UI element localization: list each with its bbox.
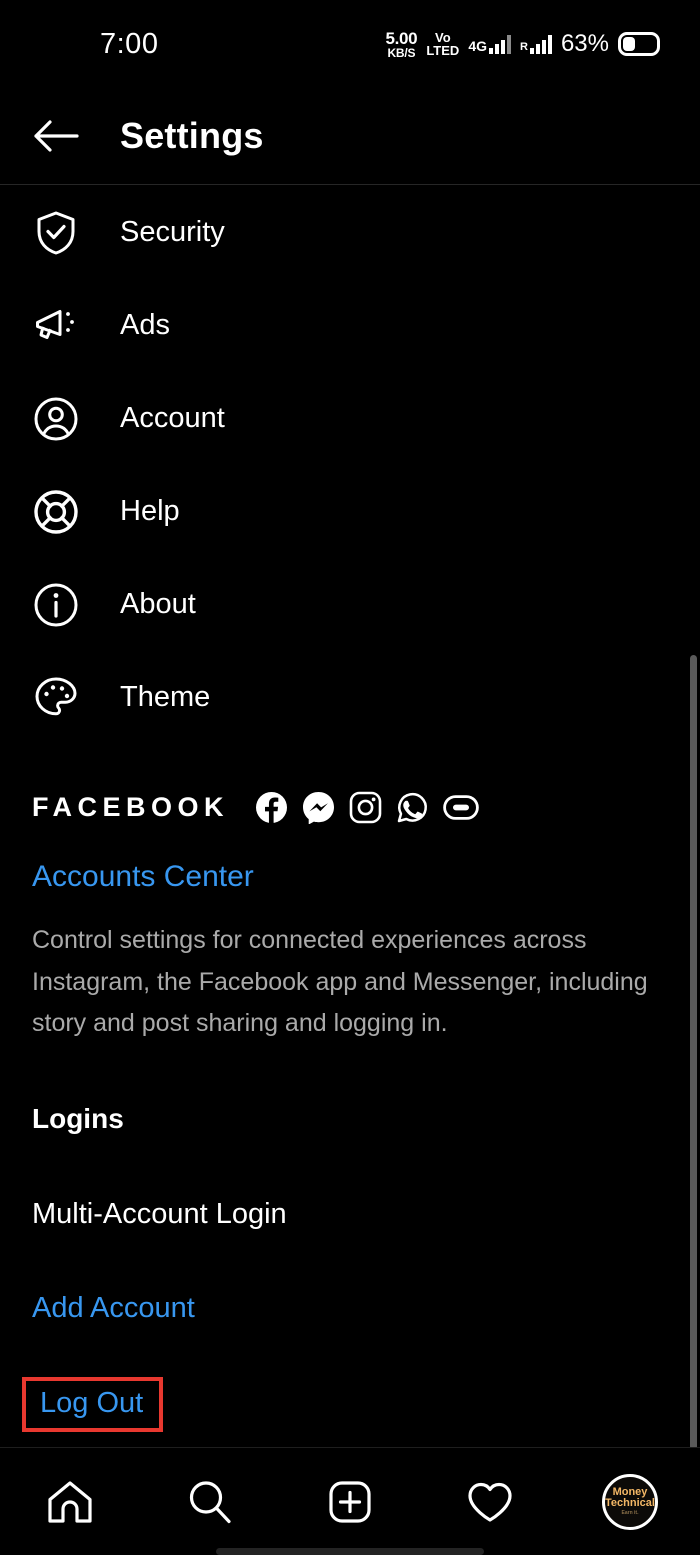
menu-item-ads[interactable]: Ads — [0, 279, 700, 372]
avatar-line-2: Technical — [605, 1497, 655, 1510]
status-bar: 7:00 5.00 KB/S Vo LTED 4G R 63% — [0, 0, 700, 88]
megaphone-icon — [32, 302, 80, 350]
battery-icon — [618, 32, 660, 56]
facebook-description: Control settings for connected experienc… — [32, 926, 648, 1037]
signal-bars-icon-2 — [529, 34, 552, 54]
app-header: Settings — [0, 88, 700, 185]
facebook-brand-row: FACEBOOK — [32, 772, 668, 842]
nav-search-button[interactable] — [168, 1464, 252, 1540]
add-post-icon — [329, 1480, 371, 1523]
instagram-settings-screen: 7:00 5.00 KB/S Vo LTED 4G R 63% Settings… — [0, 0, 700, 1555]
back-button[interactable] — [24, 104, 88, 168]
menu-item-label: Security — [120, 216, 225, 248]
palette-icon — [32, 674, 80, 722]
volte-bottom-text: LTED — [426, 43, 460, 58]
settings-menu-list: Security Ads Account Help About Theme — [0, 186, 700, 744]
accounts-center-link[interactable]: Accounts Center — [32, 860, 668, 894]
shield-check-icon — [32, 209, 80, 257]
menu-item-about[interactable]: About — [0, 558, 700, 651]
sim2-signal-indicator: R — [520, 34, 552, 54]
add-account-link[interactable]: Add Account — [32, 1292, 195, 1325]
network-type-label: 4G — [468, 38, 487, 54]
search-icon — [189, 1480, 231, 1523]
menu-item-label: About — [120, 588, 196, 620]
arrow-left-icon — [34, 120, 79, 152]
person-circle-icon — [32, 395, 80, 443]
status-indicators: 5.00 KB/S Vo LTED 4G R 63% — [385, 30, 660, 59]
home-indicator — [216, 1548, 484, 1555]
network-speed-value: 5.00 — [385, 28, 418, 48]
activity-heart-icon — [468, 1482, 512, 1522]
logins-heading: Logins — [32, 1103, 124, 1134]
instagram-icon — [349, 791, 382, 824]
network-speed-indicator: 5.00 KB/S — [385, 30, 417, 59]
home-icon — [48, 1480, 92, 1523]
menu-item-account[interactable]: Account — [0, 372, 700, 465]
page-title: Settings — [120, 115, 264, 156]
facebook-section: FACEBOOK Accounts Center Control setting… — [0, 772, 700, 1045]
facebook-brand-label: FACEBOOK — [32, 791, 230, 822]
info-circle-icon — [32, 581, 80, 629]
log-out-link[interactable]: Log Out — [40, 1389, 143, 1418]
menu-item-label: Ads — [120, 309, 170, 341]
facebook-icon — [255, 791, 288, 824]
vertical-scrollbar[interactable] — [690, 655, 697, 1450]
multi-account-login-item[interactable]: Multi-Account Login — [32, 1198, 287, 1231]
menu-item-help[interactable]: Help — [0, 465, 700, 558]
sim1-signal-indicator: 4G — [468, 34, 511, 54]
facebook-app-icons — [255, 791, 479, 824]
battery-percentage: 63% — [560, 30, 609, 57]
network-speed-unit: KB/S — [387, 45, 416, 60]
signal-bars-icon — [489, 34, 511, 54]
nav-add-post-button[interactable] — [308, 1464, 392, 1540]
status-time: 7:00 — [100, 27, 159, 60]
nav-profile-button[interactable]: Money Technical Earn it. — [588, 1464, 672, 1540]
volte-icon: Vo LTED — [426, 31, 459, 57]
oculus-icon — [443, 794, 479, 820]
whatsapp-icon — [396, 791, 429, 824]
menu-item-theme[interactable]: Theme — [0, 651, 700, 744]
menu-item-label: Account — [120, 402, 225, 434]
bottom-navigation-bar: Money Technical Earn it. — [0, 1447, 700, 1555]
avatar-line-3: Earn it. — [621, 1509, 639, 1516]
menu-item-security[interactable]: Security — [0, 186, 700, 279]
profile-avatar: Money Technical Earn it. — [602, 1473, 658, 1530]
messenger-icon — [302, 791, 335, 824]
menu-item-label: Theme — [120, 681, 211, 713]
log-out-highlight-box: Log Out — [22, 1377, 164, 1432]
menu-item-label: Help — [120, 495, 180, 527]
nav-activity-button[interactable] — [448, 1464, 532, 1540]
life-ring-icon — [32, 488, 80, 536]
roaming-label: R — [520, 41, 528, 53]
nav-home-button[interactable] — [28, 1464, 112, 1540]
